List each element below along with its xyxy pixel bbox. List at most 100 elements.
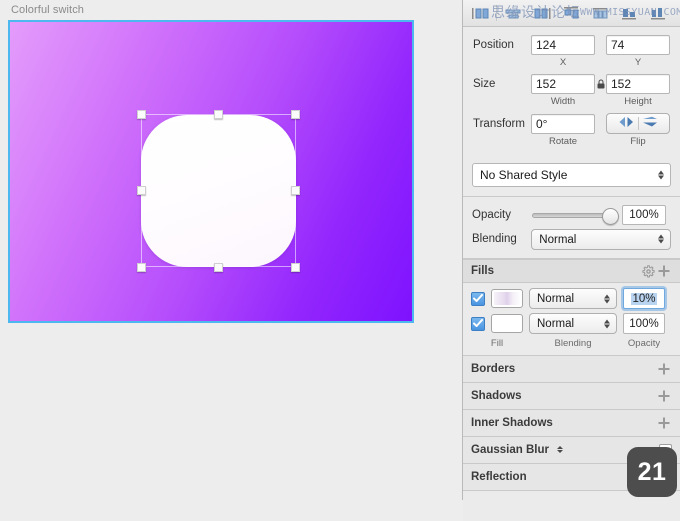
resize-handle-top-left[interactable]: [137, 110, 146, 119]
alignment-toolbar: 思缘设计论坛 WWW.MISSYUAN.COM: [463, 0, 680, 27]
add-fill-icon[interactable]: [656, 263, 672, 279]
height-input[interactable]: 152: [606, 74, 670, 94]
section-title: Inner Shadows: [471, 417, 553, 429]
opacity-label: Opacity: [472, 209, 511, 221]
flip-divider: [637, 117, 639, 130]
align-bottom-icon[interactable]: [615, 2, 643, 24]
opacity-slider-knob[interactable]: [602, 207, 619, 225]
fill-color-swatch[interactable]: [491, 314, 523, 333]
fill-blending-value: Normal: [537, 293, 575, 305]
fill-opacity-input[interactable]: 10%: [623, 288, 665, 309]
flip-button-group: [606, 113, 670, 134]
fill-enabled-checkbox[interactable]: [471, 316, 485, 331]
artboard-wrapper: [8, 20, 414, 323]
shared-style-value: No Shared Style: [480, 168, 568, 182]
shared-style-select[interactable]: No Shared Style: [472, 163, 671, 187]
shared-style-section: No Shared Style: [463, 155, 680, 197]
aspect-lock-icon[interactable]: [595, 79, 606, 89]
position-y-input[interactable]: 74: [606, 35, 670, 55]
blending-row: Blending Normal: [472, 227, 671, 251]
resize-handle-bottom-right[interactable]: [291, 263, 300, 272]
blending-column-label: Blending: [554, 338, 592, 349]
align-left-icon[interactable]: [466, 2, 494, 24]
resize-handle-top-center[interactable]: [214, 110, 223, 119]
rotate-input[interactable]: 0°: [531, 113, 595, 134]
resize-handle-bottom-center[interactable]: [214, 263, 223, 272]
gear-icon[interactable]: [640, 263, 656, 279]
width-input[interactable]: 152: [531, 74, 595, 94]
align-horizontal-center-icon[interactable]: [499, 2, 527, 24]
flip-sublabel: Flip: [630, 136, 646, 147]
fills-footer-labels: Fill Blending Opacity: [471, 338, 672, 353]
size-row: Size 152 152: [473, 74, 670, 94]
chevron-updown-icon: [604, 319, 610, 328]
opacity-input[interactable]: 100%: [622, 205, 666, 225]
transform-sublabels: Rotate Flip: [531, 136, 670, 147]
fill-opacity-input[interactable]: 100%: [623, 313, 665, 334]
section-title: Shadows: [471, 390, 522, 402]
flip-horizontal-icon[interactable]: [618, 115, 635, 133]
height-sublabel: Height: [624, 96, 652, 107]
fill-blending-select[interactable]: Normal: [529, 288, 617, 309]
opacity-column-label: Opacity: [627, 338, 661, 349]
resize-handle-middle-right[interactable]: [291, 186, 300, 195]
size-sublabels: Width Height: [531, 96, 670, 107]
position-label: Position: [473, 39, 514, 51]
add-shadow-icon[interactable]: [656, 388, 672, 404]
flip-vertical-icon[interactable]: [642, 115, 659, 133]
distribute-vertical-icon[interactable]: [644, 2, 672, 24]
position-x-sublabel: X: [559, 57, 567, 68]
toolbar-divider: [496, 5, 497, 21]
section-inner-shadows[interactable]: Inner Shadows: [463, 410, 680, 437]
position-y-sublabel: Y: [634, 57, 642, 68]
rotate-sublabel: Rotate: [549, 136, 577, 147]
chevron-updown-icon: [604, 294, 610, 303]
transform-label: Transform: [473, 117, 525, 130]
fill-color-swatch[interactable]: [491, 289, 523, 308]
sketch-app-window: Colorful switch 思缘设计论坛 WWW.MISSYUAN.COM …: [0, 0, 680, 521]
fill-opacity-value: 10%: [631, 293, 657, 305]
section-borders[interactable]: Borders: [463, 356, 680, 383]
resize-handle-top-right[interactable]: [291, 110, 300, 119]
section-shadows[interactable]: Shadows: [463, 383, 680, 410]
appearance-section: Opacity 100% Blending Normal: [463, 197, 680, 259]
section-title: Borders: [471, 363, 516, 375]
gaussian-blur-label: Gaussian Blur: [471, 444, 549, 456]
rounded-square-shape[interactable]: [141, 115, 296, 267]
position-sublabels: X Y: [531, 57, 670, 68]
fill-blending-value: Normal: [537, 318, 575, 330]
chevron-updown-icon[interactable]: [557, 446, 564, 454]
opacity-slider[interactable]: [532, 207, 619, 225]
fills-section-header: Fills: [463, 259, 680, 283]
width-sublabel: Width: [550, 96, 576, 107]
fills-body: Normal 10% Normal 100% Fill Blending Opa…: [463, 283, 680, 356]
resize-handle-middle-left[interactable]: [137, 186, 146, 195]
fill-blending-select[interactable]: Normal: [529, 313, 617, 334]
canvas-area[interactable]: Colorful switch: [0, 0, 462, 500]
fill-row: Normal 100%: [471, 313, 672, 334]
transform-section: Position 124 74 X Y Size 152 152 Width H…: [463, 27, 680, 155]
transform-row: Transform 0°: [473, 113, 670, 134]
fill-opacity-value: 100%: [629, 318, 659, 330]
chevron-updown-icon: [658, 234, 664, 244]
blending-select[interactable]: Normal: [531, 228, 671, 250]
fill-row: Normal 10%: [471, 288, 672, 309]
opacity-row: Opacity 100%: [472, 203, 671, 227]
add-border-icon[interactable]: [656, 361, 672, 377]
align-top-icon[interactable]: [557, 2, 585, 24]
inspector-panel: 思缘设计论坛 WWW.MISSYUAN.COM Position 124 74 …: [462, 0, 680, 521]
position-row: Position 124 74: [473, 35, 670, 55]
distribute-horizontal-icon[interactable]: [586, 2, 614, 24]
artboard-label: Colorful switch: [11, 4, 85, 16]
position-x-input[interactable]: 124: [531, 35, 595, 55]
add-inner-shadow-icon[interactable]: [656, 415, 672, 431]
resize-handle-bottom-left[interactable]: [137, 263, 146, 272]
step-number-badge: 21: [627, 447, 677, 497]
blending-label: Blending: [472, 233, 517, 245]
fill-enabled-checkbox[interactable]: [471, 291, 485, 306]
size-label: Size: [473, 78, 496, 90]
chevron-updown-icon: [658, 170, 664, 180]
align-right-icon[interactable]: [528, 2, 556, 24]
fills-title: Fills: [471, 265, 495, 277]
fill-column-label: Fill: [490, 338, 504, 349]
